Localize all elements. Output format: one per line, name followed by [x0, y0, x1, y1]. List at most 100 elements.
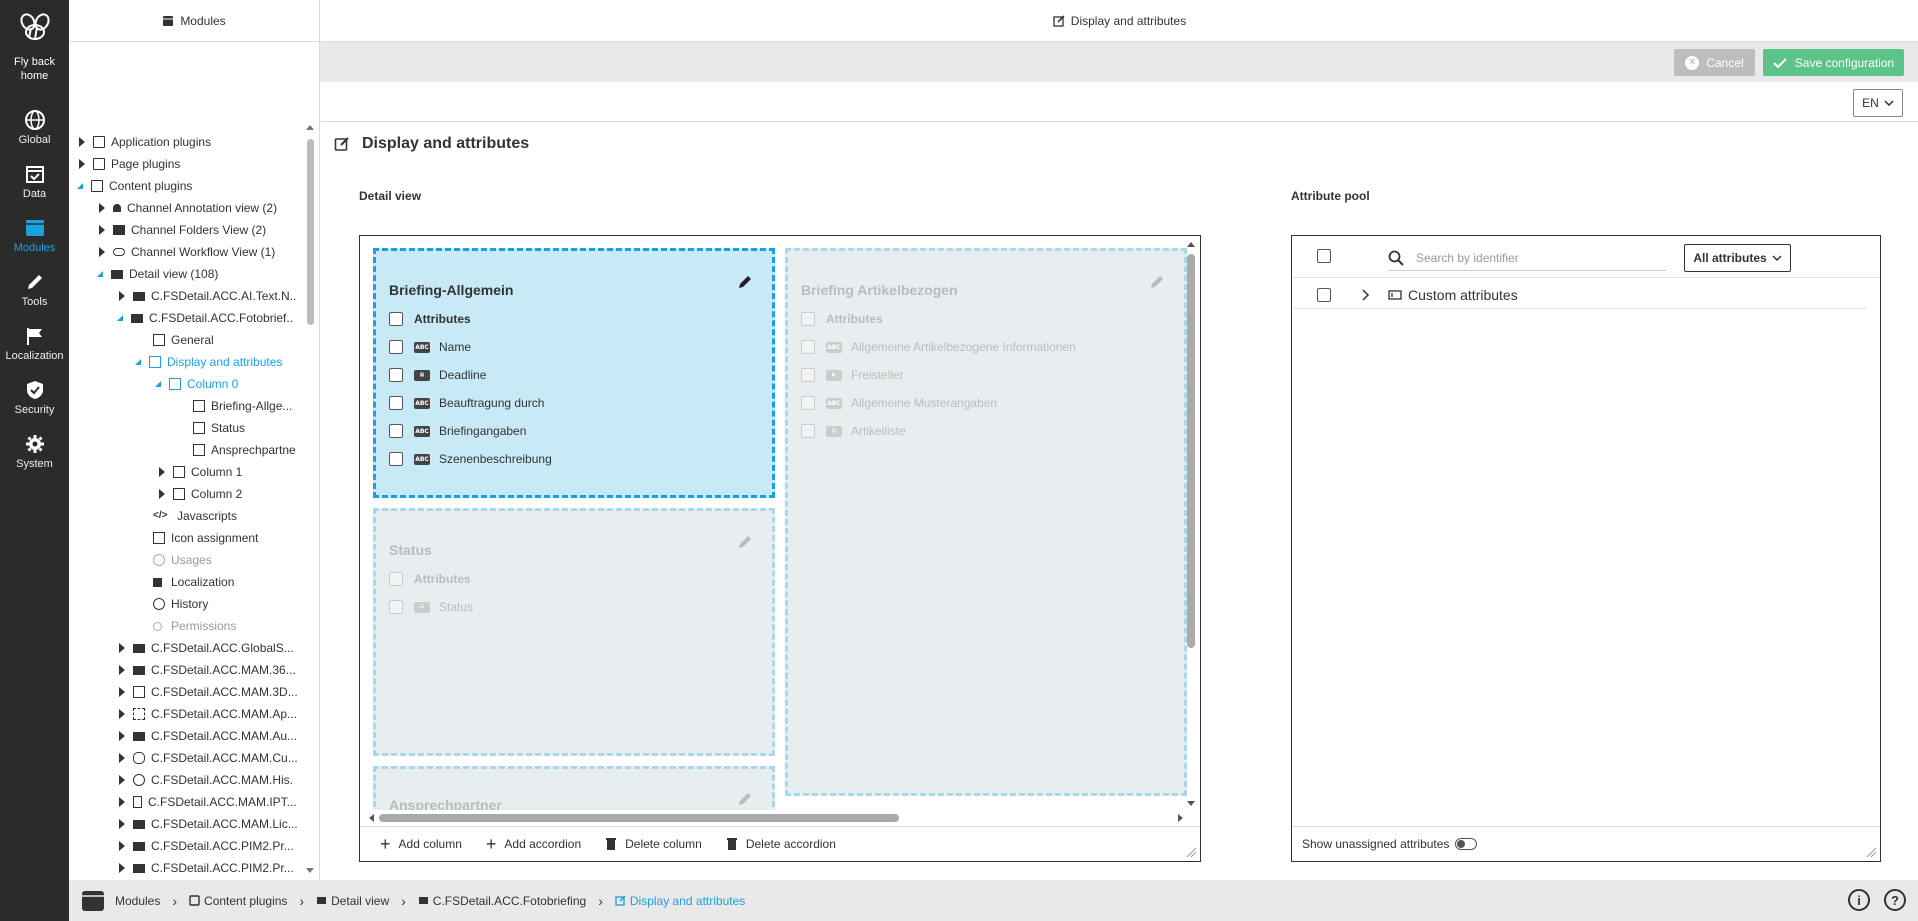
- attribute-checkbox[interactable]: [389, 396, 403, 410]
- expand-icon[interactable]: [119, 863, 125, 873]
- search-input[interactable]: Search by identifier: [1388, 245, 1666, 271]
- tree-item-general[interactable]: General: [153, 329, 214, 351]
- expand-icon[interactable]: [119, 841, 125, 851]
- collapse-icon[interactable]: [135, 359, 141, 365]
- tree-item-icon-assignment[interactable]: Icon assignment: [153, 527, 258, 549]
- expand-icon[interactable]: [159, 489, 165, 499]
- nav-security[interactable]: Security: [0, 379, 69, 416]
- expand-icon[interactable]: [119, 709, 125, 719]
- select-all-checkbox[interactable]: [389, 312, 403, 326]
- attribute-row[interactable]: ▤ Artikelliste: [801, 420, 906, 442]
- accordion-ansprechpartner[interactable]: Ansprechpartner: [373, 766, 775, 810]
- add-accordion-button[interactable]: + Add accordion: [486, 835, 581, 853]
- accordion-briefing-artikelbezogen[interactable]: Briefing Artikelbezogen Attributes ABC Al…: [785, 248, 1187, 796]
- delete-accordion-button[interactable]: Delete accordion: [726, 837, 836, 851]
- expand-icon[interactable]: [119, 797, 125, 807]
- expand-icon[interactable]: [119, 687, 125, 697]
- tree-item-column-1[interactable]: Column 1: [159, 461, 242, 483]
- tree-item-fsdetail-mam-36[interactable]: C.FSDetail.ACC.MAM.36...: [119, 659, 296, 681]
- tree-item-fsdetail-fotobriefing[interactable]: C.FSDetail.ACC.Fotobrief..: [117, 307, 293, 329]
- breadcrumb-display-and-attributes[interactable]: Display and attributes: [615, 894, 745, 908]
- scrollbar-thumb[interactable]: [379, 814, 899, 822]
- attribute-filter-dropdown[interactable]: All attributes: [1684, 244, 1791, 272]
- expand-icon[interactable]: [99, 203, 105, 213]
- attribute-checkbox[interactable]: [801, 368, 815, 382]
- add-column-button[interactable]: + Add column: [380, 835, 462, 853]
- nav-data[interactable]: Data: [0, 163, 69, 200]
- tree-item-permissions[interactable]: Permissions: [153, 615, 236, 637]
- scroll-up-arrow[interactable]: [1187, 242, 1195, 247]
- tree-item-fsdetail-mam-ipt[interactable]: C.FSDetail.ACC.MAM.IPT...: [119, 791, 297, 813]
- accordion-status[interactable]: Status Attributes ☰ Status: [373, 508, 775, 756]
- select-all-checkbox[interactable]: [1317, 249, 1331, 263]
- fly-back-home-button[interactable]: Fly back home: [0, 12, 69, 83]
- language-select[interactable]: EN: [1853, 89, 1903, 117]
- tree-item-ansprechpartner[interactable]: Ansprechpartne: [193, 439, 296, 461]
- resize-handle-icon[interactable]: [1865, 846, 1877, 858]
- expand-icon[interactable]: [119, 753, 125, 763]
- tree-item-usages[interactable]: Usages: [153, 549, 212, 571]
- tree-item-fsdetail-ai-text[interactable]: C.FSDetail.ACC.AI.Text.N..: [119, 285, 296, 307]
- nav-global[interactable]: Global: [0, 109, 69, 146]
- select-all-checkbox[interactable]: [801, 312, 815, 326]
- attribute-checkbox[interactable]: [389, 452, 403, 466]
- attribute-checkbox[interactable]: [389, 424, 403, 438]
- tree-item-javascripts[interactable]: </> Javascripts: [153, 505, 237, 527]
- attribute-row[interactable]: ABC Allgemeine Musterangaben: [801, 392, 997, 414]
- help-icon[interactable]: ?: [1884, 889, 1906, 911]
- show-unassigned-toggle[interactable]: [1455, 838, 1478, 850]
- pencil-icon[interactable]: [1149, 274, 1165, 290]
- info-icon[interactable]: i: [1848, 889, 1870, 911]
- tree-item-display-and-attributes[interactable]: Display and attributes: [135, 351, 282, 373]
- scrollbar-thumb[interactable]: [1187, 254, 1195, 648]
- expand-icon[interactable]: [159, 467, 165, 477]
- attribute-row[interactable]: ABC Beauftragung durch: [389, 392, 544, 414]
- breadcrumb-modules[interactable]: Modules: [115, 894, 160, 908]
- expand-icon[interactable]: [119, 665, 125, 675]
- nav-modules[interactable]: Modules: [0, 217, 69, 254]
- collapse-icon[interactable]: [155, 381, 161, 387]
- nav-localization[interactable]: Localization: [0, 325, 69, 362]
- pencil-icon[interactable]: [737, 274, 753, 290]
- scrollbar-thumb[interactable]: [307, 139, 314, 325]
- tree-item-briefing-allgemein[interactable]: Briefing-Allge...: [193, 395, 292, 417]
- collapse-icon[interactable]: [97, 271, 103, 277]
- tree-item-channel-workflow-view[interactable]: Channel Workflow View (1): [99, 241, 275, 263]
- attribute-checkbox[interactable]: [801, 396, 815, 410]
- chevron-right-icon[interactable]: [1362, 289, 1370, 301]
- expand-icon[interactable]: [99, 247, 105, 257]
- scroll-left-arrow[interactable]: [369, 814, 374, 822]
- nav-system[interactable]: System: [0, 433, 69, 470]
- scroll-right-arrow[interactable]: [1178, 814, 1183, 822]
- attribute-checkbox[interactable]: [801, 424, 815, 438]
- save-configuration-button[interactable]: Save configuration: [1763, 49, 1904, 76]
- breadcrumb-detail-view[interactable]: Detail view: [316, 894, 389, 908]
- tree-scrollbar[interactable]: [305, 125, 315, 873]
- expand-icon[interactable]: [79, 159, 85, 169]
- attribute-group-custom[interactable]: Custom attributes: [1292, 280, 1867, 309]
- delete-column-button[interactable]: Delete column: [605, 837, 702, 851]
- pencil-icon[interactable]: [737, 534, 753, 550]
- expand-icon[interactable]: [119, 731, 125, 741]
- attribute-checkbox[interactable]: [801, 340, 815, 354]
- tree-item-status[interactable]: Status: [193, 417, 245, 439]
- tree-item-fsdetail-globals[interactable]: C.FSDetail.ACC.GlobalS...: [119, 637, 294, 659]
- tree-item-fsdetail-mam-3d[interactable]: C.FSDetail.ACC.MAM.3D...: [119, 681, 298, 703]
- attribute-checkbox[interactable]: [389, 340, 403, 354]
- scroll-down-arrow[interactable]: [306, 868, 314, 873]
- nav-tools[interactable]: Tools: [0, 271, 69, 308]
- tree-item-fsdetail-mam-his[interactable]: C.FSDetail.ACC.MAM.His.: [119, 769, 293, 791]
- tree-item-content-plugins[interactable]: Content plugins: [77, 175, 192, 197]
- collapse-icon[interactable]: [77, 183, 83, 189]
- attribute-row[interactable]: ▦ Deadline: [389, 364, 486, 386]
- tree-item-channel-annotation-view[interactable]: Channel Annotation view (2): [99, 197, 277, 219]
- expand-icon[interactable]: [119, 775, 125, 785]
- pencil-icon[interactable]: [737, 791, 753, 807]
- scroll-up-arrow[interactable]: [306, 125, 314, 130]
- tree-item-channel-folders-view[interactable]: Channel Folders View (2): [99, 219, 266, 241]
- tree-item-fsdetail-pim2-pr-1[interactable]: C.FSDetail.ACC.PIM2.Pr...: [119, 835, 294, 857]
- attribute-checkbox[interactable]: [389, 600, 403, 614]
- group-checkbox[interactable]: [1317, 288, 1331, 302]
- expand-icon[interactable]: [99, 225, 105, 235]
- tree-item-page-plugins[interactable]: Page plugins: [79, 153, 180, 175]
